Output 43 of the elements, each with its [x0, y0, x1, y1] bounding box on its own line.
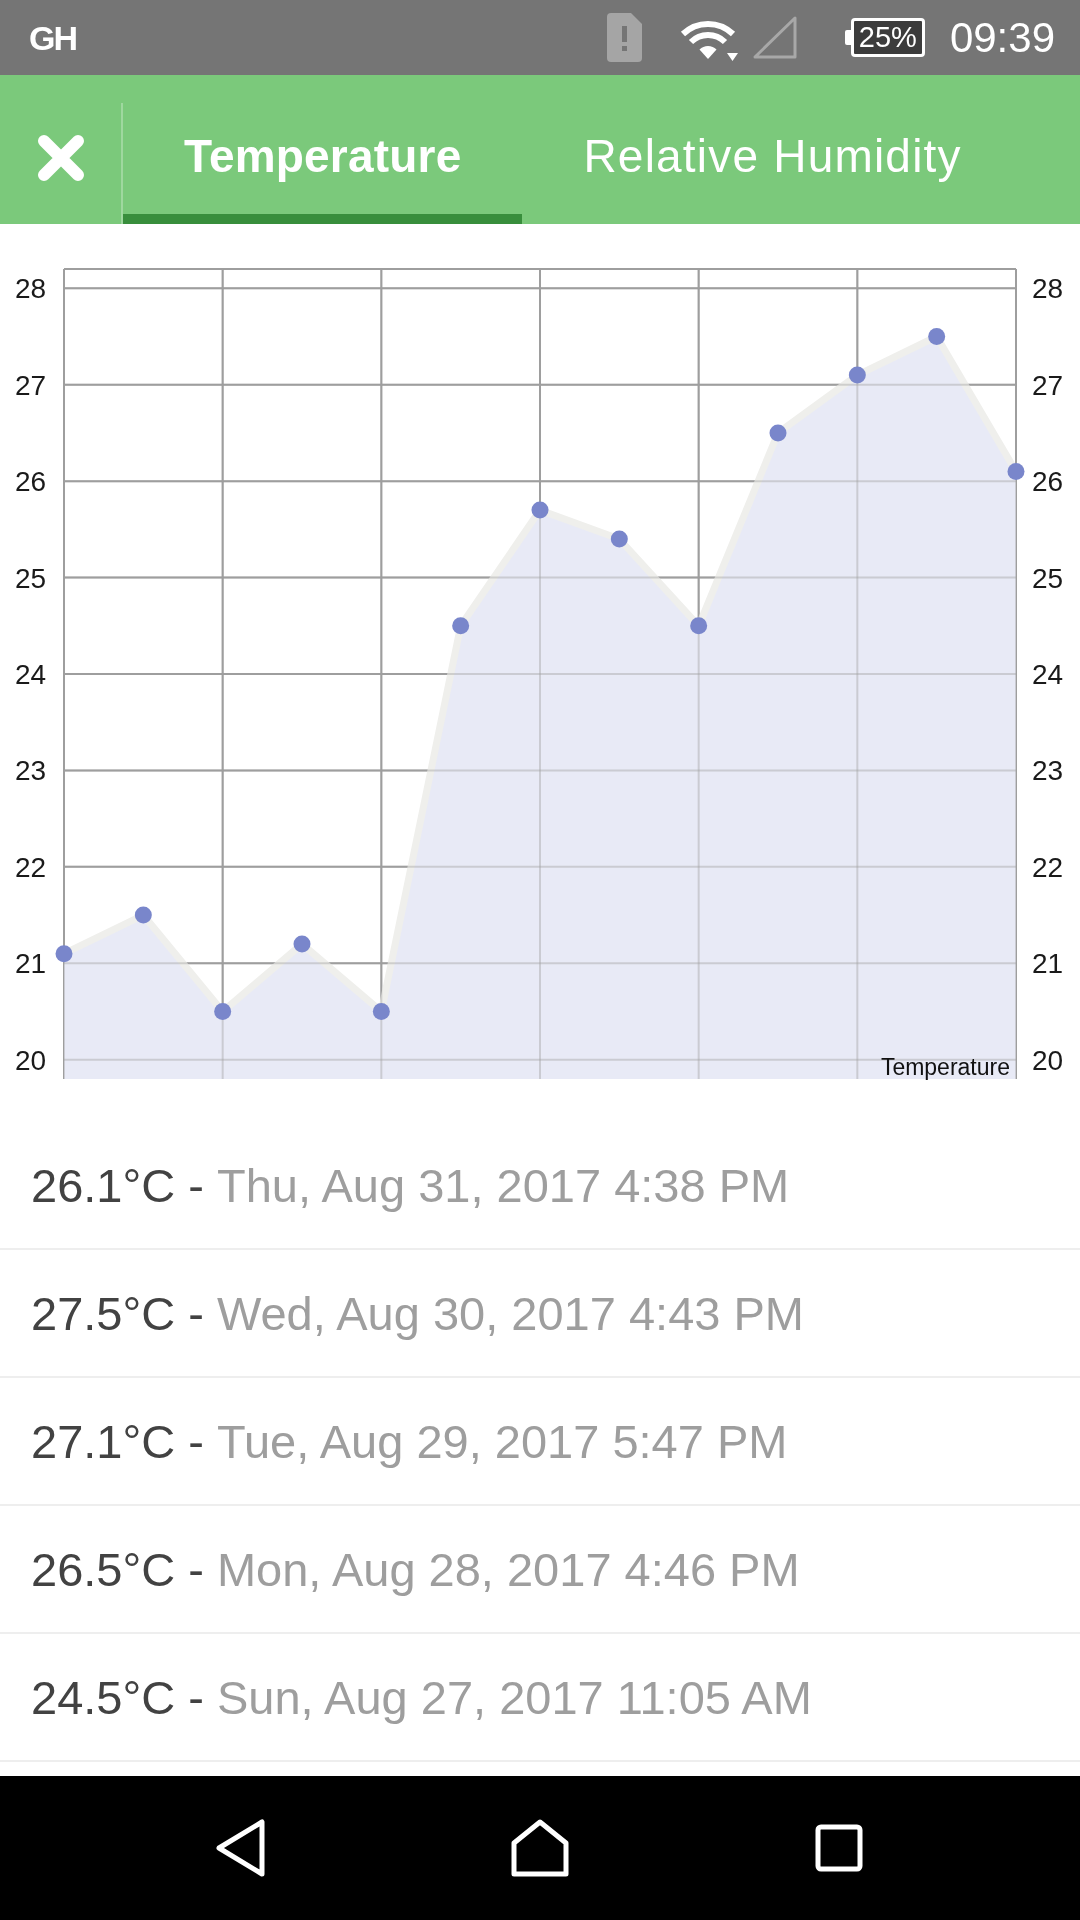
y-axis-label: 24	[15, 659, 47, 690]
y-axis-label: 22	[15, 851, 47, 883]
square-icon	[815, 1824, 863, 1872]
back-button[interactable]	[216, 1819, 266, 1877]
legend-label: Temperature	[880, 1054, 1010, 1080]
y-axis-label: 23	[15, 755, 47, 787]
back-icon	[216, 1819, 266, 1877]
y-axis-label: 28	[15, 273, 47, 305]
y-axis-label: 28	[1032, 273, 1064, 305]
y-axis-label: 21	[1032, 948, 1064, 980]
y-axis-label: 27	[15, 369, 47, 401]
timestamp: Wed, Aug 30, 2017 4:43 PM	[216, 1285, 804, 1341]
timestamp: Thu, Aug 31, 2017 4:38 PM	[216, 1157, 790, 1213]
temperature-reading: 26.1°C -	[31, 1157, 204, 1213]
temperature-reading: 27.1°C -	[31, 1413, 204, 1469]
y-axis-label: 25	[15, 562, 47, 594]
y-axis-label: 26	[15, 466, 47, 498]
clock-time: 09:39	[949, 16, 1055, 59]
y-axis-label: 25	[1032, 562, 1064, 594]
temperature-reading: 27.5°C -	[31, 1285, 204, 1341]
close-icon	[36, 134, 85, 182]
battery-indicator: 25%	[844, 18, 925, 57]
home-icon	[511, 1819, 569, 1877]
y-axis-label: 20	[1032, 1044, 1064, 1076]
timestamp: Mon, Aug 28, 2017 4:46 PM	[216, 1541, 800, 1597]
home-button[interactable]	[511, 1819, 569, 1877]
tab[interactable]: Temperature	[123, 75, 523, 224]
y-axis-label: 21	[15, 948, 47, 980]
y-axis-label: 22	[1032, 851, 1064, 883]
sim-alert-icon	[606, 13, 642, 62]
app-logo: GH	[29, 20, 76, 55]
temperature-reading: 24.5°C -	[31, 1669, 204, 1725]
temperature-reading: 26.5°C -	[31, 1541, 204, 1597]
y-axis-label: 23	[1032, 755, 1064, 787]
timestamp: Tue, Aug 29, 2017 5:47 PM	[216, 1413, 788, 1469]
y-axis-label: 20	[15, 1044, 47, 1076]
timestamp: Sun, Aug 27, 2017 11:05 AM	[216, 1669, 812, 1725]
tab[interactable]: Relative Humidity	[522, 75, 1023, 224]
y-axis-label: 26	[1032, 466, 1064, 498]
y-axis-label: 27	[1032, 369, 1064, 401]
overview-button[interactable]	[815, 1824, 863, 1872]
signal-icon	[752, 16, 797, 59]
y-axis-label: 24	[1032, 659, 1064, 690]
